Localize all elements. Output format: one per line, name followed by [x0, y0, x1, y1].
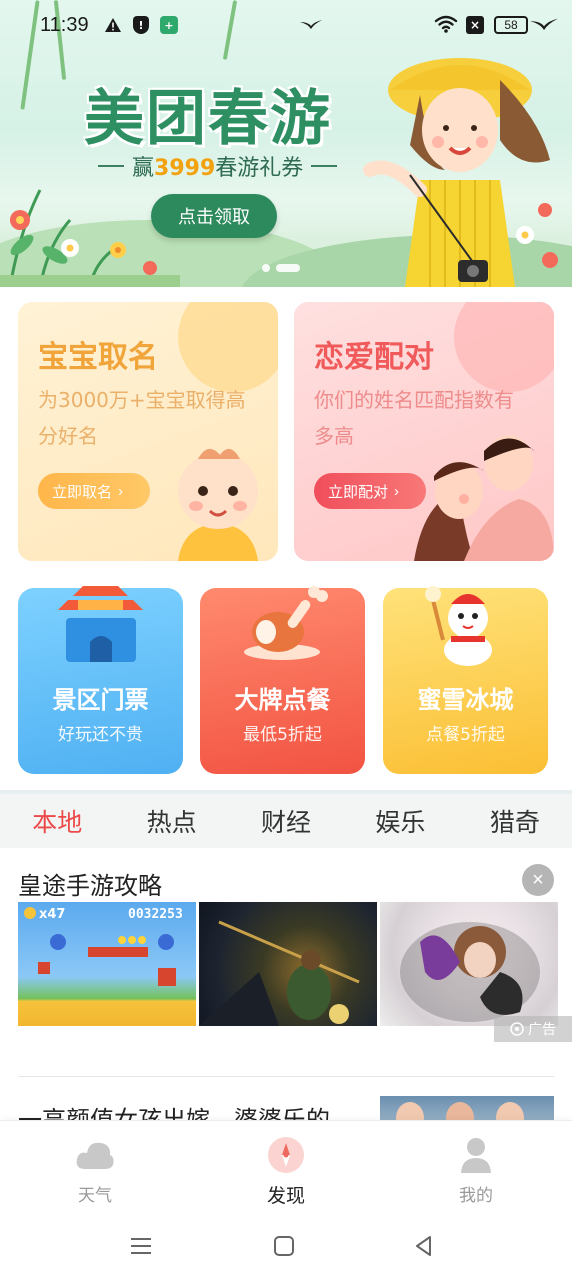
warning-icon: [104, 16, 122, 34]
gate-tower-icon: [58, 586, 143, 662]
clock: 11:39: [40, 14, 89, 36]
game-artwork: [400, 922, 540, 1022]
menu-icon[interactable]: [129, 1234, 153, 1258]
divider: [311, 165, 338, 167]
nav-label: 天气: [78, 1186, 112, 1206]
chevron-right-icon: ›: [118, 482, 124, 500]
tab-entertainment[interactable]: 娱乐: [343, 803, 457, 839]
ad-label: 广告: [528, 1022, 556, 1038]
scenic-tickets-tile[interactable]: 景区门票 好玩还不贵: [18, 586, 183, 774]
user-icon: [456, 1135, 496, 1175]
tile-subtitle: 点餐5折起: [426, 725, 505, 745]
tile-title: 景区门票: [52, 686, 149, 714]
nav-weather[interactable]: 天气: [0, 1121, 190, 1213]
nav-discover[interactable]: 发现: [191, 1121, 381, 1213]
app-screen: 11:39 ! + × 58 美团春游 赢3999春游礼券 点击领取 宝宝取名 …: [0, 0, 572, 1280]
promo-banner[interactable]: 11:39 ! + × 58 美团春游 赢3999春游礼券 点击领取: [0, 0, 572, 287]
news-category-tabs: 本地 热点 财经 娱乐 猎奇: [0, 790, 572, 848]
tab-hot[interactable]: 热点: [114, 803, 228, 839]
ad-info-icon: [510, 1022, 524, 1036]
carousel-indicator: [262, 264, 300, 272]
button-label: 立即取名: [52, 483, 113, 501]
back-icon[interactable]: [412, 1234, 436, 1258]
ad-badge: 广告: [494, 1016, 572, 1042]
roast-leg-icon: [244, 586, 328, 660]
decorative-blob: [454, 302, 554, 392]
game-lives: x47: [39, 907, 65, 922]
ad-image-heroine[interactable]: [380, 902, 558, 1026]
close-ad-button[interactable]: ×: [522, 864, 554, 896]
compass-icon: [266, 1135, 306, 1175]
girl-illustration: [363, 58, 558, 287]
bottom-navigation: 天气 发现 我的: [0, 1120, 572, 1212]
ad-image-platformer[interactable]: x47 0032253: [18, 902, 196, 1026]
carousel-dot-active[interactable]: [276, 264, 300, 272]
battery-indicator: 58: [494, 16, 528, 34]
carousel-dot[interactable]: [262, 264, 270, 272]
banner-title: 美团春游: [84, 84, 332, 154]
decorative-blob: [178, 302, 278, 392]
status-bar: 11:39 ! + × 58: [0, 0, 572, 50]
baby-naming-card[interactable]: 宝宝取名 为3000万+宝宝取得高分好名 立即取名 ›: [18, 302, 278, 561]
brand-dining-tile[interactable]: 大牌点餐 最低5折起: [200, 586, 365, 774]
nav-label: 我的: [459, 1186, 493, 1206]
flowers-illustration: [0, 189, 180, 287]
nav-profile[interactable]: 我的: [381, 1121, 571, 1213]
tile-subtitle: 最低5折起: [243, 725, 322, 745]
ad-title[interactable]: 皇途手游攻略: [18, 866, 162, 901]
alert-shield-icon: !: [133, 16, 149, 34]
love-match-card[interactable]: 恋爱配对 你们的姓名匹配指数有多高 立即配对 ›: [294, 302, 554, 561]
snowman-mascot-icon: [425, 586, 492, 666]
tab-curious[interactable]: 猎奇: [458, 803, 572, 839]
subtitle-suffix: 春游礼券: [215, 156, 304, 181]
tile-title: 蜜雪冰城: [417, 686, 514, 714]
wifi-icon: [434, 15, 458, 33]
card-title: 恋爱配对: [314, 340, 434, 375]
cloud-icon: [75, 1135, 115, 1175]
game-artwork: [199, 920, 360, 1026]
feed-divider: [18, 1076, 554, 1077]
nav-label: 发现: [266, 1185, 305, 1207]
tab-finance[interactable]: 财经: [229, 803, 343, 839]
system-navigation-bar: [0, 1212, 572, 1280]
tile-title: 大牌点餐: [234, 686, 331, 714]
ad-image-warrior[interactable]: [199, 902, 377, 1026]
tab-local[interactable]: 本地: [0, 803, 114, 839]
button-label: 立即配对: [328, 483, 389, 501]
baby-illustration: [178, 448, 258, 561]
chevron-right-icon: ›: [394, 482, 400, 500]
game-screenshot: x47 0032253: [24, 907, 183, 986]
card-title: 宝宝取名: [38, 340, 158, 375]
tile-subtitle: 好玩还不贵: [58, 725, 143, 745]
name-now-button[interactable]: 立即取名 ›: [38, 473, 150, 509]
no-sim-icon: ×: [466, 16, 484, 34]
couple-illustration: [414, 435, 554, 561]
game-score: 0032253: [128, 907, 183, 922]
app-notification-icon: +: [160, 16, 178, 34]
home-icon[interactable]: [272, 1234, 296, 1258]
mixue-tile[interactable]: 蜜雪冰城 点餐5折起: [383, 586, 548, 774]
